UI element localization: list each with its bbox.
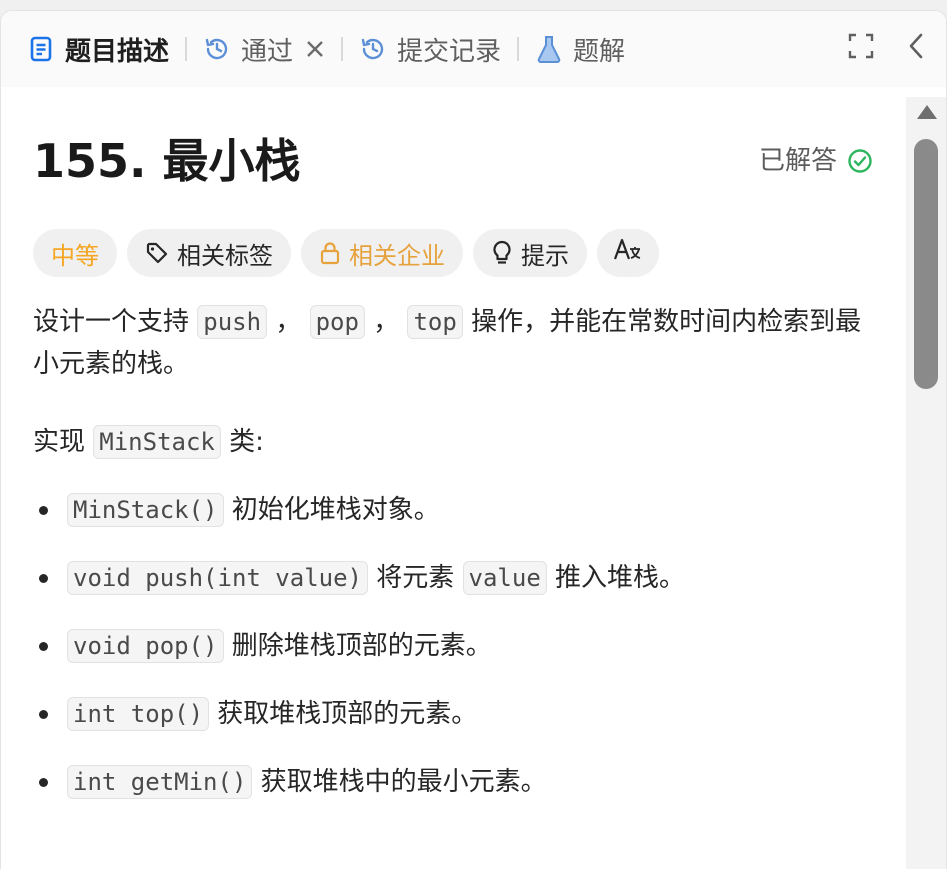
- code-push: push: [197, 305, 268, 339]
- description-paragraph-1: 设计一个支持 push ， pop ， top 操作，并能在常数时间内检索到最小…: [33, 301, 873, 385]
- history-icon: [359, 35, 387, 63]
- method-code: int top(): [67, 697, 210, 731]
- solved-label: 已解答: [758, 146, 837, 176]
- difficulty-badge: 中等: [33, 229, 117, 277]
- tab-solutions[interactable]: 题解: [535, 29, 625, 69]
- method-code: void pop(): [67, 629, 224, 663]
- method-desc: 初始化堆栈对象。: [223, 495, 440, 525]
- tab-label: 题目描述: [65, 36, 170, 67]
- method-desc: 推入堆栈。: [546, 563, 686, 593]
- text-fragment: ，: [267, 307, 310, 337]
- tab-label: 题解: [573, 36, 626, 67]
- scrollbar-thumb[interactable]: [914, 139, 938, 389]
- flask-icon: [535, 35, 563, 63]
- list-item: int top() 获取堆栈顶部的元素。: [33, 689, 873, 757]
- lightbulb-icon: [491, 240, 513, 266]
- text-fragment: ，: [364, 307, 408, 337]
- document-icon: [27, 35, 55, 63]
- code-minstack: MinStack: [93, 425, 221, 459]
- difficulty-label: 中等: [51, 241, 99, 270]
- collapse-chevron-icon[interactable]: [908, 33, 924, 59]
- related-tags-label: 相关标签: [177, 241, 273, 270]
- method-desc: 获取堆栈顶部的元素。: [209, 699, 478, 729]
- scroll-up-arrow-icon[interactable]: [917, 105, 937, 119]
- problem-panel: 题目描述 通过 提交记录 题解 155. 最小栈 已解答 中等 相关标签 相关企…: [0, 10, 947, 869]
- tag-row: 中等 相关标签 相关企业 提示: [33, 229, 873, 277]
- method-code: int getMin(): [67, 765, 253, 799]
- tab-label: 提交记录: [397, 36, 502, 67]
- problem-title[interactable]: 155. 最小栈: [33, 121, 301, 201]
- related-companies-button[interactable]: 相关企业: [301, 229, 463, 277]
- check-circle-icon: [848, 149, 872, 173]
- lock-icon: [319, 241, 341, 265]
- close-icon[interactable]: [305, 39, 325, 59]
- param-code: value: [462, 561, 547, 595]
- hint-button[interactable]: 提示: [473, 229, 587, 277]
- scrollbar[interactable]: [906, 97, 946, 869]
- history-icon: [203, 35, 231, 63]
- fullscreen-icon[interactable]: [848, 33, 874, 59]
- tab-bar: 题目描述 通过 提交记录 题解: [1, 11, 946, 87]
- method-desc: 将元素: [367, 563, 463, 593]
- text-fragment: 设计一个支持: [33, 307, 198, 337]
- method-code: MinStack(): [67, 493, 224, 527]
- code-top: top: [407, 305, 463, 339]
- method-list: MinStack() 初始化堆栈对象。 void push(int value)…: [33, 485, 873, 825]
- method-desc: 删除堆栈顶部的元素。: [223, 631, 492, 661]
- list-item: MinStack() 初始化堆栈对象。: [33, 485, 873, 553]
- tab-description[interactable]: 题目描述: [27, 29, 169, 69]
- list-item: void pop() 删除堆栈顶部的元素。: [33, 621, 873, 689]
- solved-status: 已解答: [759, 121, 873, 201]
- translate-button[interactable]: [597, 229, 659, 277]
- text-fragment: 类:: [220, 427, 264, 457]
- method-code: void push(int value): [67, 561, 368, 595]
- tab-label: 通过: [241, 36, 294, 67]
- list-item: int getMin() 获取堆栈中的最小元素。: [33, 757, 873, 825]
- related-tags-button[interactable]: 相关标签: [127, 229, 291, 277]
- tab-divider: [185, 37, 188, 61]
- tag-icon: [145, 241, 169, 265]
- list-item: void push(int value) 将元素 value 推入堆栈。: [33, 553, 873, 621]
- translate-icon: [613, 237, 643, 269]
- code-pop: pop: [309, 305, 365, 339]
- method-desc: 获取堆栈中的最小元素。: [252, 767, 547, 797]
- tab-divider: [341, 37, 344, 61]
- hint-label: 提示: [521, 241, 569, 270]
- related-companies-label: 相关企业: [349, 241, 445, 270]
- tab-divider: [517, 37, 520, 61]
- tab-accepted[interactable]: 通过: [203, 29, 325, 69]
- tab-submissions[interactable]: 提交记录: [359, 29, 501, 69]
- description-paragraph-2: 实现 MinStack 类:: [33, 421, 873, 463]
- problem-content: 155. 最小栈 已解答 中等 相关标签 相关企业 提示 设计一个支持 push…: [33, 87, 873, 825]
- text-fragment: 实现: [33, 427, 94, 457]
